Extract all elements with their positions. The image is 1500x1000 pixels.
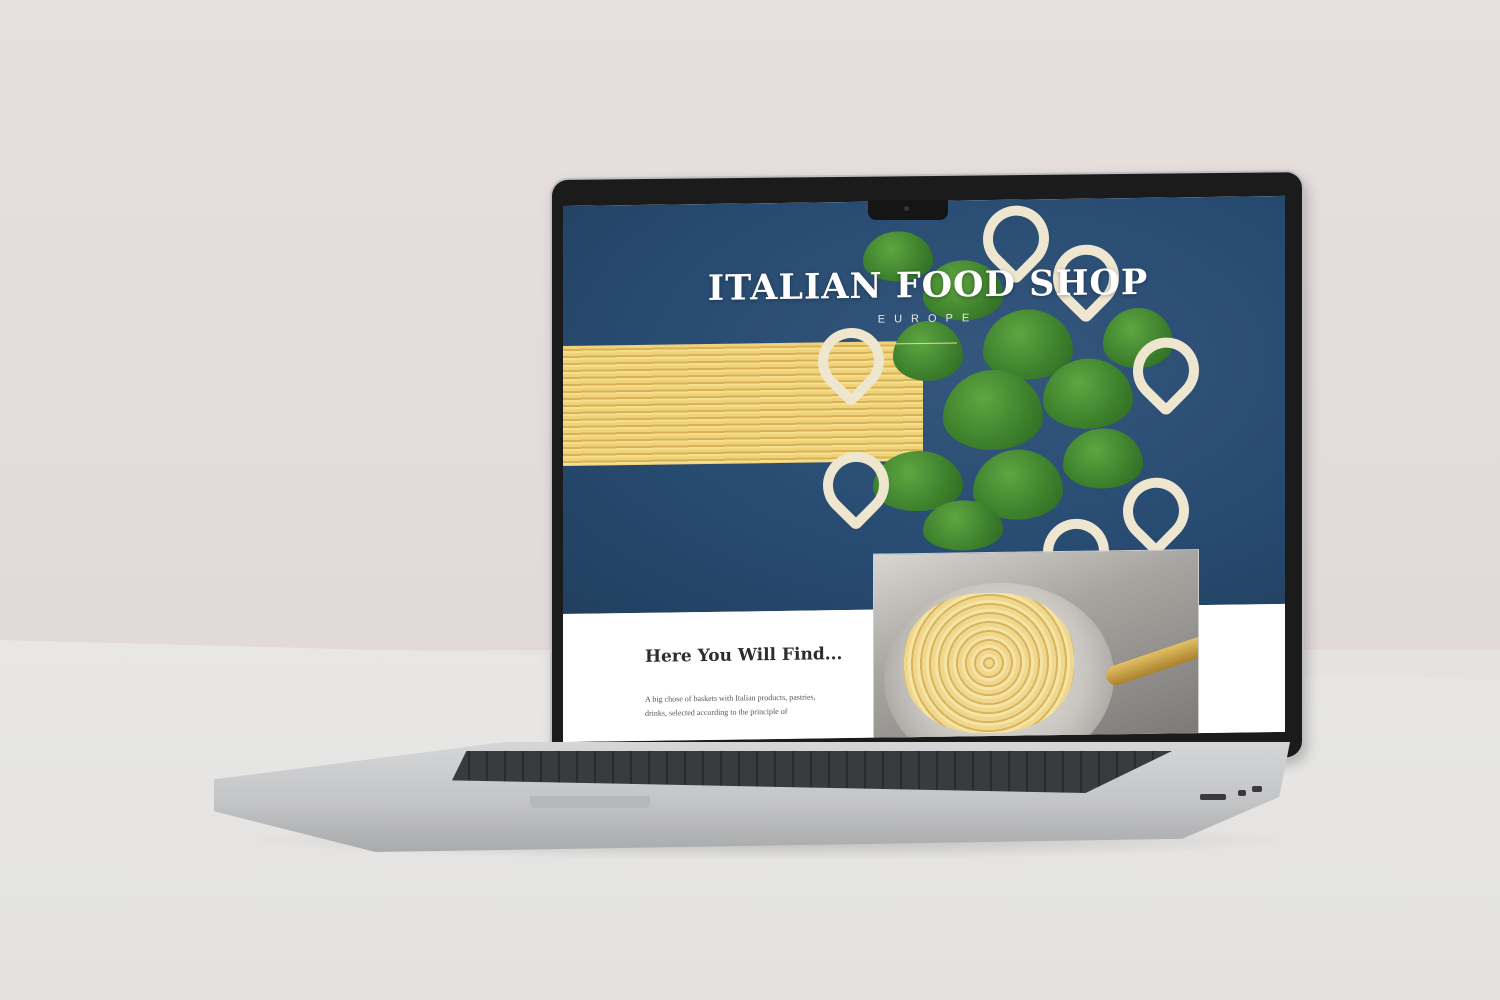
- site-title: ITALIAN FOOD SHOP: [707, 261, 1149, 309]
- basil-leaf: [893, 320, 963, 382]
- lid-opening-notch: [530, 796, 650, 808]
- carbonara-photo: [873, 549, 1199, 740]
- basil-leaf: [1063, 427, 1143, 490]
- pasta-image: [904, 591, 1074, 735]
- camera-icon: [904, 206, 909, 211]
- sd-card-port: [1200, 794, 1226, 800]
- laptop-screen: ITALIAN FOOD SHOP EUROPE Here You Will F…: [563, 195, 1285, 742]
- usb-c-port: [1238, 790, 1246, 796]
- section-body-text: A big chose of baskets with Italian prod…: [645, 692, 816, 718]
- magsafe-port: [1252, 786, 1262, 792]
- pan-handle-image: [1103, 633, 1199, 688]
- basil-leaf: [943, 369, 1043, 451]
- section-heading: Here You Will Find...: [645, 644, 843, 667]
